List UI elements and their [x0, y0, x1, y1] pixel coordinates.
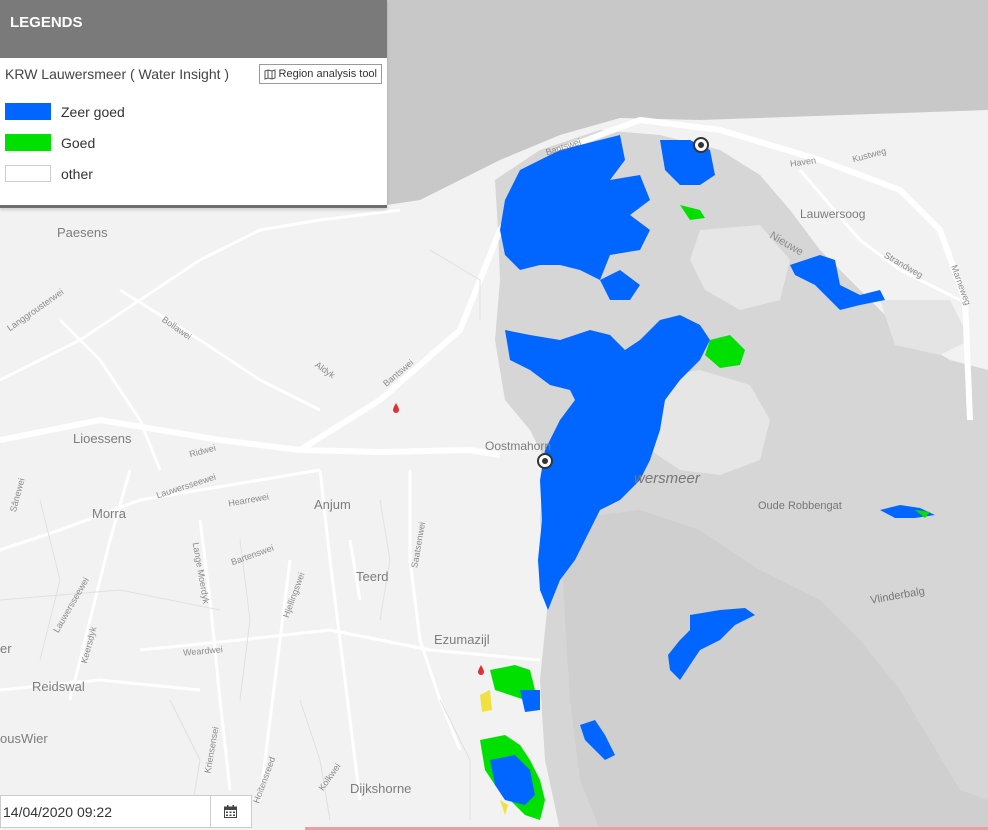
region-analysis-label: Region analysis tool	[278, 68, 377, 80]
town-label: Lioessens	[73, 431, 132, 446]
water-label: Oude Robbengat	[758, 500, 842, 512]
legend-item-label: other	[61, 165, 93, 182]
date-input[interactable]	[1, 802, 210, 821]
town-label: Oostmahorn	[485, 439, 552, 453]
legend-swatch	[5, 134, 51, 151]
legend-swatch	[5, 103, 51, 120]
legend-item-other: other	[5, 165, 93, 182]
legend-swatch	[5, 165, 51, 182]
station-marker[interactable]	[537, 453, 553, 469]
calendar-button[interactable]	[210, 796, 249, 827]
legend-item-label: Goed	[61, 134, 96, 151]
map-app: Paesens Lioessens Morra Anjum Oostmahorn…	[0, 0, 988, 830]
town-label: ousWier	[0, 731, 48, 746]
date-picker	[0, 795, 252, 828]
town-label: Dijkshorne	[350, 781, 412, 796]
town-label: Reidswal	[32, 679, 85, 694]
town-label: Anjum	[314, 497, 351, 512]
calendar-icon	[223, 805, 237, 818]
region-analysis-button[interactable]: Region analysis tool	[258, 64, 382, 84]
edge-label: er	[0, 641, 12, 656]
station-marker[interactable]	[693, 137, 709, 153]
town-label: Morra	[92, 506, 126, 521]
legend-layer-name: KRW Lauwersmeer ( Water Insight )	[5, 66, 230, 82]
legend-item-goed: Goed	[5, 134, 95, 151]
drop-marker-icon[interactable]	[478, 665, 484, 675]
map-icon	[264, 68, 276, 80]
town-label: Lauwersoog	[800, 207, 866, 221]
legend-header: LEGENDS	[0, 0, 387, 58]
legend-item-label: Zeer goed	[61, 103, 125, 120]
legend-item-zeer-goed: Zeer goed	[5, 103, 125, 120]
lake-label: wersmeer	[634, 470, 700, 487]
town-label: Paesens	[57, 225, 108, 240]
legend-panel: LEGENDS KRW Lauwersmeer ( Water Insight …	[0, 0, 387, 208]
town-label: Teerd	[356, 569, 389, 584]
drop-marker-icon[interactable]	[393, 403, 399, 413]
tracks	[0, 249, 481, 821]
town-label: Ezumazijl	[434, 632, 490, 647]
